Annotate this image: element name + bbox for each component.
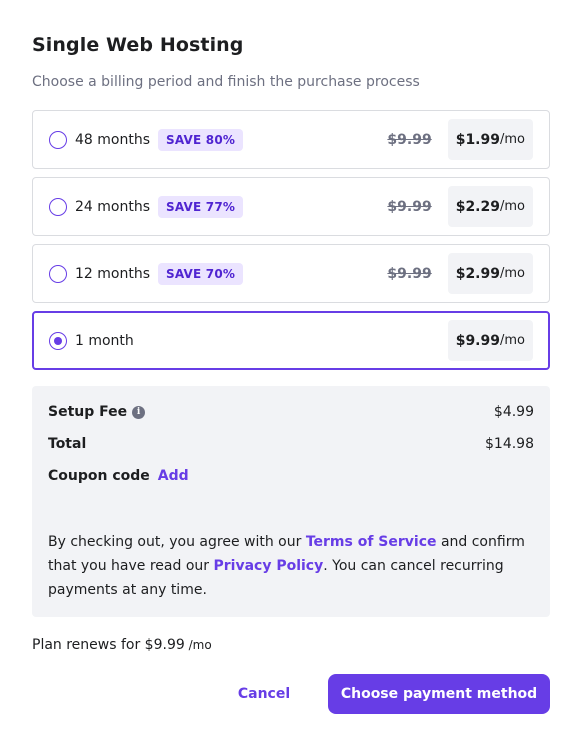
price-period: /mo (500, 266, 525, 281)
old-price: $9.99 (387, 198, 432, 215)
terms-text: By checking out, you agree with our Term… (48, 530, 526, 602)
setup-fee-row: Setup Fee i $4.99 (48, 404, 534, 420)
plan-label: 48 months (75, 131, 150, 148)
radio-button-selected[interactable] (49, 331, 67, 350)
old-price: $9.99 (387, 265, 432, 282)
renewal-note: Plan renews for $9.99 /mo (32, 637, 212, 653)
page-subtitle: Choose a billing period and finish the p… (32, 74, 420, 90)
price-period: /mo (500, 132, 525, 147)
radio-button[interactable] (49, 130, 67, 149)
coupon-row: Coupon code Add (48, 468, 534, 484)
info-icon[interactable]: i (132, 405, 146, 419)
radio-button[interactable] (49, 197, 67, 216)
plan-label: 1 month (75, 332, 134, 349)
plan-label: 12 months (75, 265, 150, 282)
plan-option-48-months[interactable]: 48 months SAVE 80% $9.99 $1.99 /mo (32, 110, 550, 169)
coupon-label: Coupon code (48, 468, 150, 484)
terms-of-service-link[interactable]: Terms of Service (306, 534, 437, 550)
price-amount: $2.29 (455, 198, 500, 215)
price-amount: $1.99 (455, 131, 500, 148)
price-period: /mo (500, 333, 525, 348)
renewal-text: Plan renews for $9.99 (32, 637, 185, 653)
radio-dot (54, 336, 62, 345)
radio-button[interactable] (49, 264, 67, 283)
price-period: /mo (500, 199, 525, 214)
choose-payment-method-button[interactable]: Choose payment method (328, 674, 550, 714)
price-amount: $9.99 (455, 332, 500, 349)
total-value: $14.98 (485, 436, 534, 452)
setup-fee-value: $4.99 (493, 404, 534, 420)
price-amount: $2.99 (455, 265, 500, 282)
total-row: Total $14.98 (48, 436, 534, 452)
plan-label: 24 months (75, 198, 150, 215)
price-box: $9.99 /mo (447, 320, 533, 361)
old-price: $9.99 (387, 131, 432, 148)
price-box: $2.29 /mo (447, 186, 533, 227)
plan-option-12-months[interactable]: 12 months SAVE 70% $9.99 $2.99 /mo (32, 244, 550, 303)
price-box: $1.99 /mo (447, 119, 533, 160)
terms-text-part: By checking out, you agree with our (48, 534, 306, 550)
renewal-period: /mo (184, 638, 212, 652)
save-badge: SAVE 80% (158, 128, 244, 151)
privacy-policy-link[interactable]: Privacy Policy (213, 558, 323, 574)
price-box: $2.99 /mo (447, 253, 533, 294)
setup-fee-label: Setup Fee (48, 404, 128, 420)
cancel-button[interactable]: Cancel (224, 674, 304, 714)
save-badge: SAVE 77% (158, 195, 244, 218)
add-coupon-link[interactable]: Add (158, 468, 189, 484)
plan-option-24-months[interactable]: 24 months SAVE 77% $9.99 $2.29 /mo (32, 177, 550, 236)
total-label: Total (48, 436, 87, 452)
page-title: Single Web Hosting (32, 34, 244, 56)
save-badge: SAVE 70% (158, 262, 244, 285)
plan-option-1-month[interactable]: 1 month $9.99 /mo (32, 311, 550, 370)
order-summary: Setup Fee i $4.99 Total $14.98 Coupon co… (32, 386, 550, 617)
